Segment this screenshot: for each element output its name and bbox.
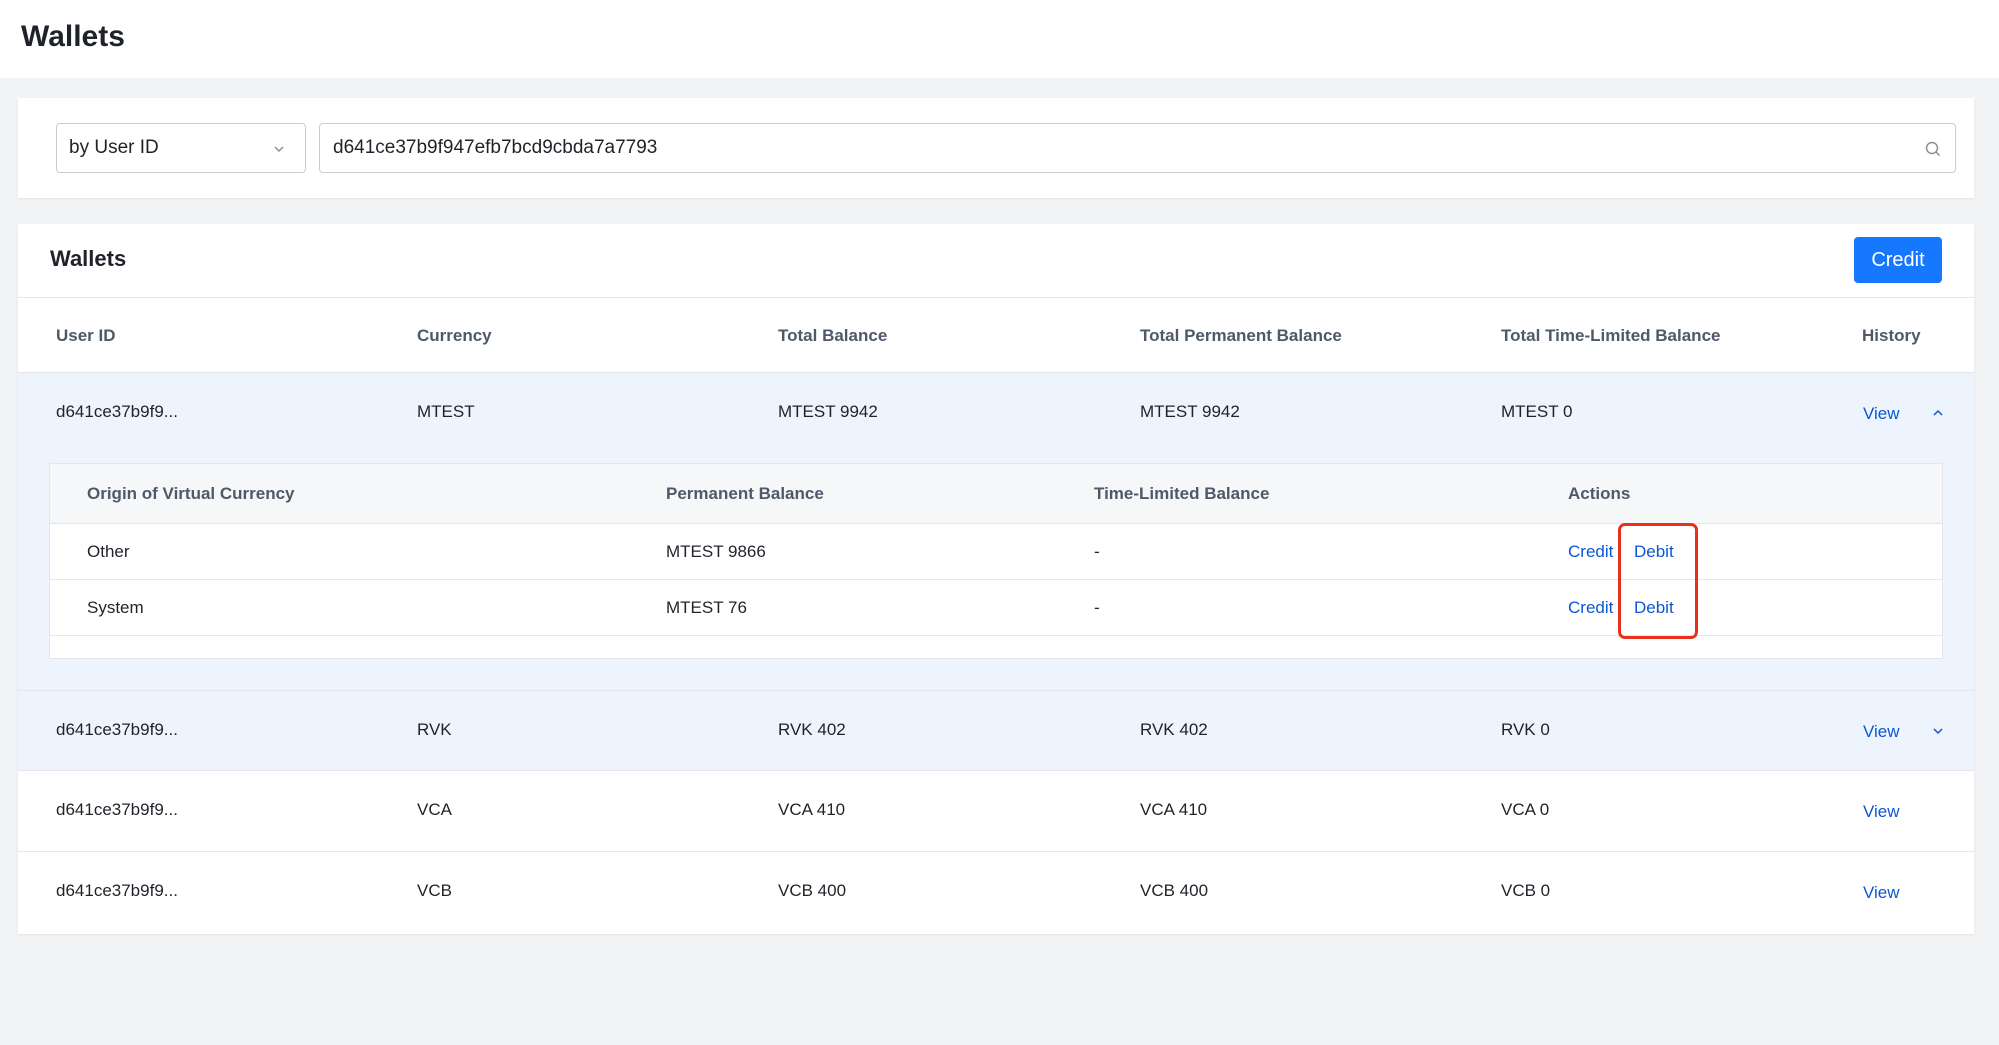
cell-currency: VCA: [417, 800, 452, 819]
cell-permanent-balance: MTEST 9866: [666, 542, 766, 561]
cell-time-limited-balance: VCA 0: [1501, 800, 1550, 819]
column-header-user-id: User ID: [56, 326, 116, 345]
debit-link[interactable]: Debit: [1634, 542, 1674, 562]
cell-total-balance: VCB 400: [778, 881, 847, 900]
page-header: Wallets: [0, 0, 1999, 78]
table-row[interactable]: d641ce37b9f9... VCA VCA 410 VCA 410 VCA …: [18, 771, 1974, 852]
cell-time-limited-balance: -: [1094, 542, 1100, 561]
cell-permanent-balance: VCA 410: [1140, 800, 1208, 819]
cell-currency: VCB: [417, 881, 452, 900]
cell-permanent-balance: VCB 400: [1140, 881, 1209, 900]
origin-subtable: Origin of Virtual Currency Permanent Bal…: [49, 463, 1943, 659]
column-header-origin: Origin of Virtual Currency: [87, 484, 295, 503]
search-input[interactable]: [333, 137, 1893, 159]
chevron-up-icon[interactable]: [1931, 406, 1945, 420]
cell-currency: RVK: [417, 720, 452, 739]
cell-total-balance: MTEST 9942: [778, 402, 878, 421]
view-history-link[interactable]: View: [1863, 883, 1900, 903]
view-history-link[interactable]: View: [1863, 802, 1900, 822]
search-field[interactable]: [319, 123, 1956, 173]
cell-total-balance: RVK 402: [778, 720, 846, 739]
cell-origin: Other: [87, 542, 130, 561]
cell-user-id: d641ce37b9f9...: [56, 881, 178, 900]
search-filter-selected: by User ID: [69, 137, 159, 158]
column-header-actions: Actions: [1568, 484, 1631, 503]
cell-user-id: d641ce37b9f9...: [56, 800, 178, 819]
cell-currency: MTEST: [417, 402, 475, 421]
view-history-link[interactable]: View: [1863, 722, 1900, 742]
search-card: by User ID: [18, 98, 1974, 198]
cell-time-limited-balance: MTEST 0: [1501, 402, 1573, 421]
cell-user-id: d641ce37b9f9...: [56, 720, 178, 739]
cell-permanent-balance: MTEST 76: [666, 598, 747, 617]
subtable-header: Origin of Virtual Currency Permanent Bal…: [50, 464, 1942, 524]
chevron-down-icon[interactable]: [1931, 724, 1945, 738]
page-title: Wallets: [21, 20, 125, 53]
column-header-total-time-limited-balance: Total Time-Limited Balance: [1501, 326, 1721, 345]
cell-time-limited-balance: VCB 0: [1501, 881, 1551, 900]
column-header-total-permanent-balance: Total Permanent Balance: [1140, 326, 1342, 345]
column-header-history: History: [1862, 326, 1921, 345]
table-header: User ID Currency Total Balance Total Per…: [18, 298, 1974, 373]
search-icon[interactable]: [1923, 139, 1943, 159]
wallets-card: Wallets Credit User ID Currency Total Ba…: [18, 224, 1974, 934]
search-filter-select[interactable]: by User ID: [56, 123, 306, 173]
credit-button[interactable]: Credit: [1854, 237, 1942, 283]
wallets-card-title: Wallets: [50, 246, 127, 271]
column-header-time-limited-balance: Time-Limited Balance: [1094, 484, 1270, 503]
column-header-currency: Currency: [417, 326, 492, 345]
credit-link[interactable]: Credit: [1568, 542, 1613, 562]
subtable-row: Other MTEST 9866 - Credit Debit: [50, 524, 1942, 580]
cell-user-id: d641ce37b9f9...: [56, 402, 178, 421]
column-header-total-balance: Total Balance: [778, 326, 888, 345]
subtable-row: System MTEST 76 - Credit Debit: [50, 580, 1942, 636]
cell-total-balance: VCA 410: [778, 800, 846, 819]
column-header-permanent-balance: Permanent Balance: [666, 484, 824, 503]
credit-link[interactable]: Credit: [1568, 598, 1613, 618]
chevron-down-icon: [274, 146, 284, 153]
cell-time-limited-balance: -: [1094, 598, 1100, 617]
cell-origin: System: [87, 598, 144, 617]
table-row[interactable]: d641ce37b9f9... RVK RVK 402 RVK 402 RVK …: [18, 690, 1974, 771]
cell-permanent-balance: RVK 402: [1140, 720, 1208, 739]
expanded-detail: Origin of Virtual Currency Permanent Bal…: [18, 453, 1974, 690]
debit-link[interactable]: Debit: [1634, 598, 1674, 618]
view-history-link[interactable]: View: [1863, 404, 1900, 424]
table-row[interactable]: d641ce37b9f9... VCB VCB 400 VCB 400 VCB …: [18, 852, 1974, 933]
table-row[interactable]: d641ce37b9f9... MTEST MTEST 9942 MTEST 9…: [18, 373, 1974, 454]
cell-permanent-balance: MTEST 9942: [1140, 402, 1240, 421]
cell-time-limited-balance: RVK 0: [1501, 720, 1550, 739]
